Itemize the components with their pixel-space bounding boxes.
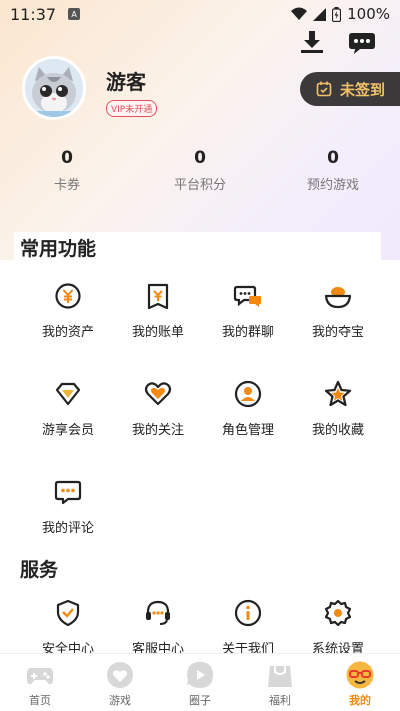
sunglasses-face-icon <box>346 661 374 689</box>
menu-item-label: 我的账单 <box>131 325 184 340</box>
menu-item-assets[interactable]: 我的资产 <box>23 261 113 359</box>
comment-icon <box>54 480 82 505</box>
stat-coupons[interactable]: 0 卡券 <box>0 148 134 193</box>
menu-item-label: 我的收藏 <box>311 423 364 438</box>
heart-icon <box>144 382 172 406</box>
menu-item-label: 角色管理 <box>221 423 274 438</box>
tab-label: 首页 <box>29 694 51 707</box>
stat-label: 平台积分 <box>173 178 226 193</box>
gear-icon <box>324 599 352 627</box>
chat-icon[interactable] <box>348 30 376 56</box>
menu-item-follows[interactable]: 我的关注 <box>113 359 203 457</box>
menu-item-label: 我的资产 <box>41 325 94 340</box>
menu-item-label: 我的关注 <box>131 423 184 438</box>
bill-icon <box>147 283 169 310</box>
menu-item-favorites[interactable]: 我的收藏 <box>293 359 383 457</box>
menu-item-label: 我的群聊 <box>221 325 274 340</box>
tab-label: 我的 <box>349 694 371 707</box>
treasure-icon <box>324 287 352 309</box>
stat-points[interactable]: 0 平台积分 <box>134 148 266 193</box>
calendar-check-icon <box>316 81 332 97</box>
download-icon[interactable] <box>298 30 326 56</box>
yen-coin-icon <box>55 283 81 309</box>
avatar[interactable] <box>22 56 86 120</box>
common-functions-section: 常用功能 我的资产 我的账单 我的群聊 我的夺宝 游享会员 我的关注 角色管理 <box>0 234 400 555</box>
vip-status-badge[interactable]: VIP未开通 <box>106 100 158 117</box>
status-time: 11:37 <box>10 4 57 24</box>
stat-label: 卡券 <box>53 178 80 193</box>
gamepad-icon <box>27 668 53 685</box>
stat-label: 预约游戏 <box>306 178 359 193</box>
status-bar: 11:37 A 100% <box>0 0 400 28</box>
menu-item-vip-member[interactable]: 游享会员 <box>23 359 113 457</box>
stat-value: 0 <box>327 148 339 168</box>
user-icon <box>234 380 262 408</box>
stat-reserved-games[interactable]: 0 预约游戏 <box>266 148 400 193</box>
info-icon <box>234 599 262 627</box>
section-title: 常用功能 <box>20 238 97 260</box>
battery-icon <box>332 6 342 22</box>
menu-item-label: 游享会员 <box>41 423 94 438</box>
signin-label: 未签到 <box>340 80 386 99</box>
diamond-icon <box>55 382 81 406</box>
heart-bubble-icon <box>107 662 133 688</box>
stats-row: 0 卡券 0 平台积分 0 预约游戏 <box>0 148 400 193</box>
tab-welfare[interactable]: 福利 <box>240 654 320 711</box>
gift-bag-icon <box>268 666 292 687</box>
tab-home[interactable]: 首页 <box>0 654 80 711</box>
stat-value: 0 <box>61 148 73 168</box>
menu-item-label: 我的评论 <box>41 521 94 536</box>
star-icon <box>324 380 352 407</box>
battery-level: 100% <box>347 5 390 23</box>
tab-label: 游戏 <box>109 694 131 707</box>
cat-avatar-image <box>25 59 83 117</box>
notification-icon: A <box>68 8 81 20</box>
signal-icon <box>313 7 327 21</box>
menu-item-bill[interactable]: 我的账单 <box>113 261 203 359</box>
username: 游客 <box>106 70 146 94</box>
wifi-icon <box>291 7 308 20</box>
tab-games[interactable]: 游戏 <box>80 654 160 711</box>
headset-icon <box>146 600 170 625</box>
group-chat-icon <box>233 285 261 307</box>
community-icon <box>187 662 213 688</box>
signin-button[interactable]: 未签到 <box>300 72 400 106</box>
menu-item-group-chat[interactable]: 我的群聊 <box>203 261 293 359</box>
menu-item-treasure[interactable]: 我的夺宝 <box>293 261 383 359</box>
menu-item-comments[interactable]: 我的评论 <box>23 457 113 555</box>
bottom-tab-bar: 首页 游戏 圈子 福利 我的 <box>0 653 400 711</box>
tab-label: 福利 <box>269 694 291 707</box>
tab-mine[interactable]: 我的 <box>320 654 400 711</box>
tab-circle[interactable]: 圈子 <box>160 654 240 711</box>
menu-item-role-management[interactable]: 角色管理 <box>203 359 293 457</box>
menu-item-label: 我的夺宝 <box>311 325 364 340</box>
stat-value: 0 <box>194 148 206 168</box>
tab-label: 圈子 <box>189 694 211 707</box>
shield-icon <box>56 599 80 627</box>
